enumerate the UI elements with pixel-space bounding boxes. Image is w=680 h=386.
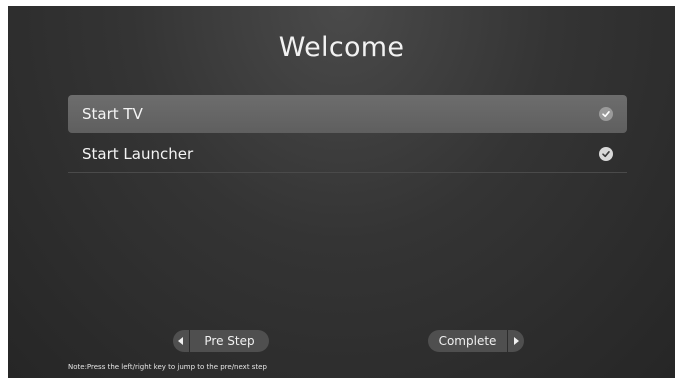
check-circle-icon: [599, 146, 613, 161]
option-start-launcher[interactable]: Start Launcher: [68, 135, 627, 173]
screenshot-frame: Welcome Start TV Start Launcher Pre Step…: [0, 0, 680, 386]
check-circle-icon: [599, 107, 613, 121]
navigation-note: Note:Press the left/right key to jump to…: [68, 363, 267, 371]
complete-button[interactable]: Complete: [428, 330, 524, 352]
page-title: Welcome: [278, 32, 405, 63]
option-label: Start TV: [82, 105, 143, 123]
arrow-right-icon: [507, 330, 524, 352]
option-label: Start Launcher: [82, 144, 194, 163]
arrow-left-icon: [173, 330, 190, 352]
option-list: Start TV Start Launcher: [68, 95, 627, 173]
option-start-tv[interactable]: Start TV: [68, 95, 627, 133]
complete-label: Complete: [438, 334, 497, 348]
pre-step-button[interactable]: Pre Step: [173, 330, 269, 352]
welcome-screen: Welcome Start TV Start Launcher Pre Step…: [8, 6, 675, 378]
pre-step-label: Pre Step: [204, 334, 255, 348]
